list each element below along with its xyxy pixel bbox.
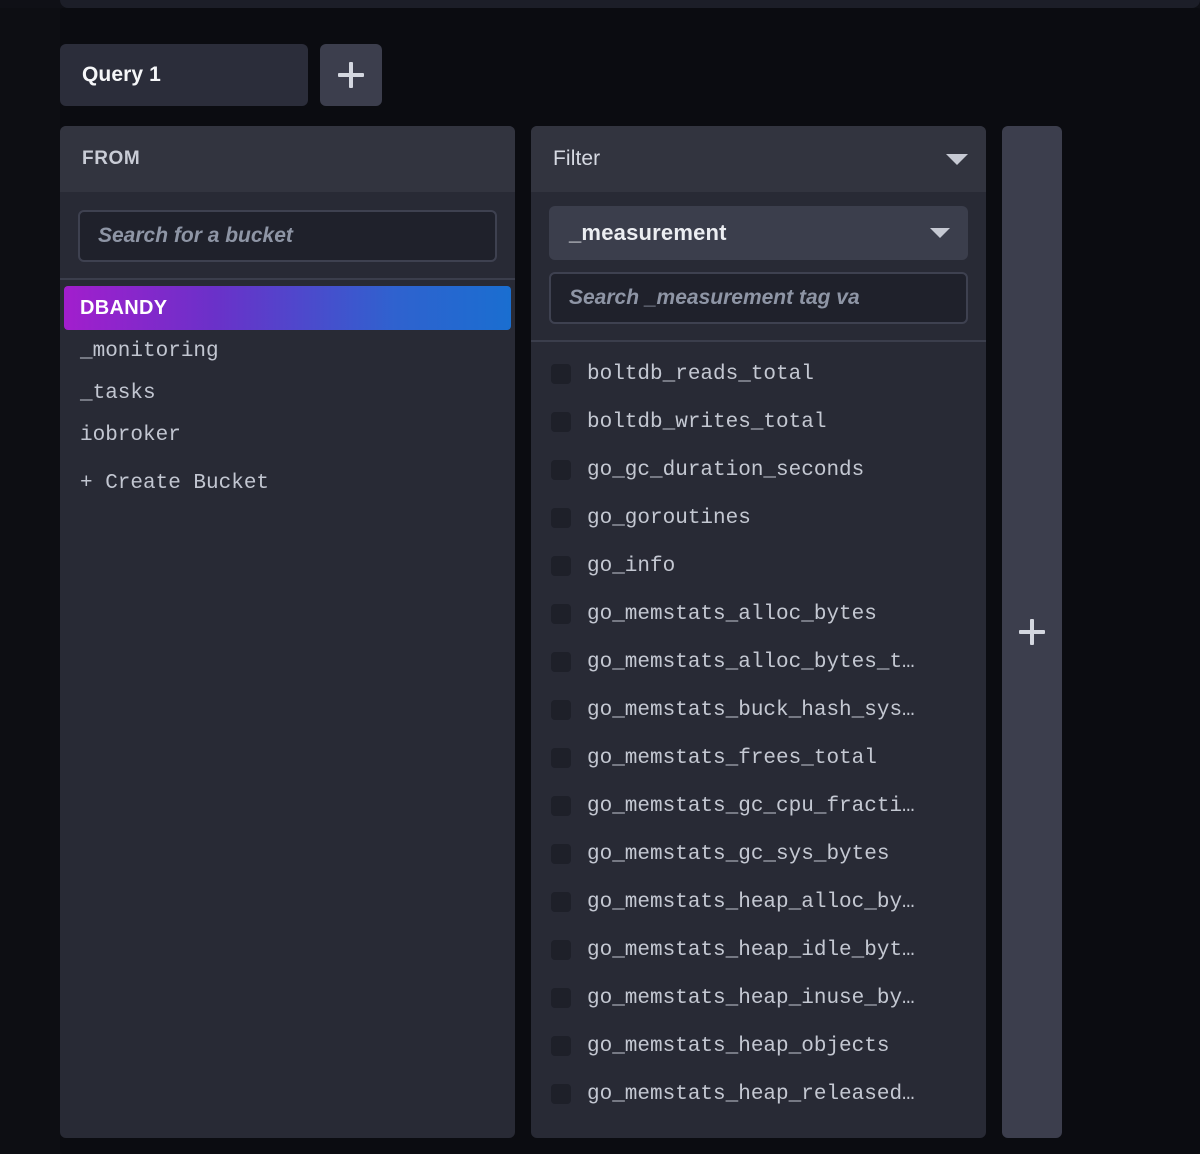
from-card-title: FROM: [82, 148, 141, 169]
checkbox-icon[interactable]: [551, 796, 571, 816]
list-item[interactable]: go_memstats_gc_cpu_fracti…: [531, 782, 986, 830]
checkbox-icon[interactable]: [551, 508, 571, 528]
list-item[interactable]: boltdb_reads_total: [531, 350, 986, 398]
measurement-label: go_memstats_gc_sys_bytes: [587, 842, 890, 866]
from-card-header: FROM: [60, 126, 515, 192]
builder-cards-row: FROM DBANDY _monitoring _tasks iobroker …: [60, 126, 1062, 1138]
bucket-item-iobroker[interactable]: iobroker: [60, 414, 515, 456]
bucket-search-wrap: [60, 192, 515, 278]
checkbox-icon[interactable]: [551, 700, 571, 720]
list-item[interactable]: go_memstats_buck_hash_sys…: [531, 686, 986, 734]
checkbox-icon[interactable]: [551, 364, 571, 384]
measurement-label: go_memstats_heap_alloc_by…: [587, 890, 915, 914]
from-card: FROM DBANDY _monitoring _tasks iobroker …: [60, 126, 515, 1138]
measurement-list: boltdb_reads_total boltdb_writes_total g…: [531, 342, 986, 1138]
list-item[interactable]: go_memstats_alloc_bytes: [531, 590, 986, 638]
filter-card-header: Filter: [531, 126, 986, 192]
checkbox-icon[interactable]: [551, 412, 571, 432]
checkbox-icon[interactable]: [551, 940, 571, 960]
bucket-label: _tasks: [80, 381, 156, 405]
list-item[interactable]: go_memstats_heap_objects: [531, 1022, 986, 1070]
measurement-label: go_memstats_buck_hash_sys…: [587, 698, 915, 722]
measurement-label: go_memstats_heap_inuse_by…: [587, 986, 915, 1010]
list-item[interactable]: go_memstats_heap_released…: [531, 1070, 986, 1118]
list-item[interactable]: go_memstats_frees_total: [531, 734, 986, 782]
list-item[interactable]: go_gc_duration_seconds: [531, 446, 986, 494]
bucket-search-input[interactable]: [78, 210, 497, 262]
list-item[interactable]: go_goroutines: [531, 494, 986, 542]
measurement-label: go_memstats_alloc_bytes: [587, 602, 877, 626]
tag-key-value: _measurement: [569, 220, 727, 245]
list-item[interactable]: go_memstats_heap_idle_byt…: [531, 926, 986, 974]
list-item[interactable]: go_memstats_gc_sys_bytes: [531, 830, 986, 878]
create-bucket-button[interactable]: + Create Bucket: [60, 462, 515, 504]
tag-value-search-input[interactable]: Search _measurement tag va: [549, 272, 968, 324]
bucket-list: DBANDY _monitoring _tasks iobroker + Cre…: [60, 280, 515, 1138]
measurement-label: go_memstats_heap_objects: [587, 1034, 890, 1058]
list-item[interactable]: go_memstats_alloc_bytes_t…: [531, 638, 986, 686]
checkbox-icon[interactable]: [551, 1036, 571, 1056]
checkbox-icon[interactable]: [551, 556, 571, 576]
create-bucket-label: + Create Bucket: [80, 471, 270, 495]
checkbox-icon[interactable]: [551, 652, 571, 672]
checkbox-icon[interactable]: [551, 748, 571, 768]
measurement-label: go_memstats_gc_cpu_fracti…: [587, 794, 915, 818]
measurement-label: boltdb_reads_total: [587, 362, 814, 386]
list-item[interactable]: go_memstats_heap_alloc_by…: [531, 878, 986, 926]
measurement-label: go_memstats_heap_released…: [587, 1082, 915, 1106]
bucket-label: DBANDY: [80, 296, 168, 319]
measurement-label: go_goroutines: [587, 506, 751, 530]
measurement-label: boltdb_writes_total: [587, 410, 827, 434]
plus-icon: [338, 62, 364, 88]
add-builder-card-button[interactable]: [1002, 126, 1062, 1138]
measurement-label: go_gc_duration_seconds: [587, 458, 865, 482]
checkbox-icon[interactable]: [551, 988, 571, 1008]
measurement-label: go_info: [587, 554, 676, 578]
tag-value-search-placeholder: Search _measurement tag va: [569, 286, 860, 309]
chevron-down-icon[interactable]: [946, 153, 968, 165]
bucket-item-dbandy[interactable]: DBANDY: [64, 286, 511, 330]
measurement-label: go_memstats_alloc_bytes_t…: [587, 650, 915, 674]
add-query-button[interactable]: [320, 44, 382, 106]
builder-top-edge: [60, 0, 1200, 8]
query-tab-1[interactable]: Query 1: [60, 44, 308, 106]
filter-card: Filter _measurement Search _measurement …: [531, 126, 986, 1138]
filter-card-title: Filter: [553, 147, 601, 170]
query-tab-label: Query 1: [82, 63, 161, 86]
query-tabs-row: Query 1: [60, 44, 382, 106]
measurement-label: go_memstats_frees_total: [587, 746, 877, 770]
list-item[interactable]: go_memstats_heap_inuse_by…: [531, 974, 986, 1022]
checkbox-icon[interactable]: [551, 1084, 571, 1104]
tag-key-dropdown[interactable]: _measurement: [549, 206, 968, 260]
bucket-label: iobroker: [80, 423, 181, 447]
list-item[interactable]: go_info: [531, 542, 986, 590]
checkbox-icon[interactable]: [551, 844, 571, 864]
bucket-item-tasks[interactable]: _tasks: [60, 372, 515, 414]
checkbox-icon[interactable]: [551, 604, 571, 624]
plus-icon: [1019, 619, 1045, 645]
bucket-item-monitoring[interactable]: _monitoring: [60, 330, 515, 372]
filter-card-body: _measurement Search _measurement tag va: [531, 192, 986, 340]
chevron-down-icon[interactable]: [930, 228, 950, 238]
list-item[interactable]: boltdb_writes_total: [531, 398, 986, 446]
measurement-label: go_memstats_heap_idle_byt…: [587, 938, 915, 962]
checkbox-icon[interactable]: [551, 892, 571, 912]
bucket-label: _monitoring: [80, 339, 219, 363]
checkbox-icon[interactable]: [551, 460, 571, 480]
